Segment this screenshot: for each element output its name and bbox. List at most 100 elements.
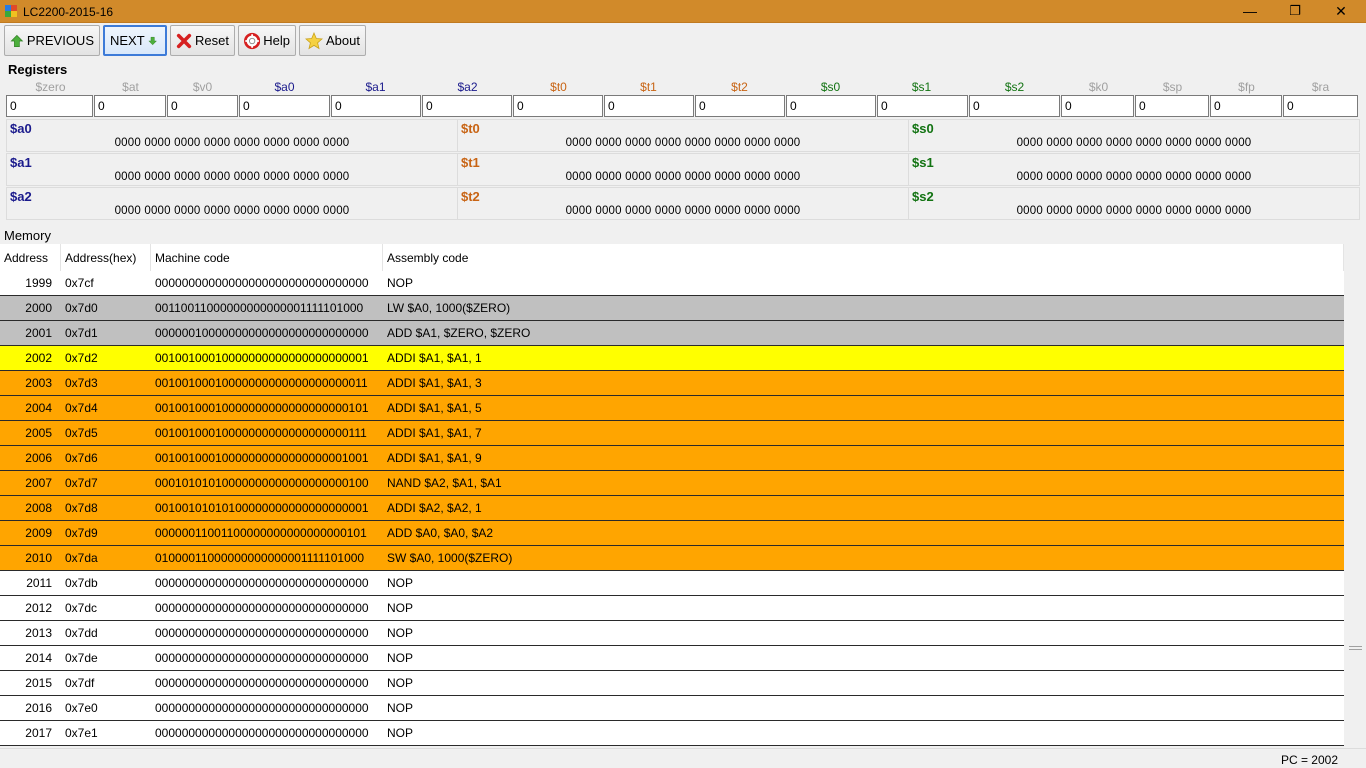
memory-hex-cell: 0x7d3 <box>65 376 98 390</box>
memory-address-cell: 1999 <box>25 276 52 290</box>
minimize-button[interactable]: — <box>1227 0 1273 22</box>
register-binary-name: $s1 <box>912 155 934 170</box>
register-value-input[interactable]: 0 <box>331 95 421 117</box>
register-value-input[interactable]: 0 <box>969 95 1060 117</box>
register-value-input[interactable]: 0 <box>786 95 876 117</box>
memory-address-cell: 2017 <box>25 726 52 740</box>
memory-hex-cell: 0x7d9 <box>65 526 98 540</box>
column-header[interactable]: Machine code <box>151 244 383 272</box>
memory-address-cell: 2002 <box>25 351 52 365</box>
memory-row[interactable]: 2007 0x7d7 0001010101000000000000000000010… <box>0 471 1344 496</box>
memory-row[interactable]: 2014 0x7de 0000000000000000000000000000000… <box>0 646 1344 671</box>
register-name-label: $s2 <box>1004 80 1025 94</box>
assembly-code-cell: NOP <box>387 626 414 640</box>
register-binary-panel: $s1 0000 0000 0000 0000 0000 0000 0000 00… <box>908 153 1360 186</box>
column-header[interactable]: Address(hex) <box>61 244 151 272</box>
register-binary-panel: $t1 0000 0000 0000 0000 0000 0000 0000 00… <box>457 153 909 186</box>
memory-row[interactable]: 2006 0x7d6 0010010001000000000000000000100… <box>0 446 1344 471</box>
register-value-input[interactable]: 0 <box>1210 95 1282 117</box>
arrow-up-icon <box>10 34 24 47</box>
memory-address-cell: 2010 <box>25 551 52 565</box>
memory-address-cell: 2006 <box>25 451 52 465</box>
register-binary-value: 0000 0000 0000 0000 0000 0000 0000 0000 <box>1016 171 1252 183</box>
register-name-label: $t0 <box>550 80 567 94</box>
register-binary-panel: $t2 0000 0000 0000 0000 0000 0000 0000 00… <box>457 187 909 220</box>
restore-button[interactable]: ❐ <box>1272 0 1318 22</box>
register-binary-value: 0000 0000 0000 0000 0000 0000 0000 0000 <box>114 171 350 183</box>
register-value-input[interactable]: 0 <box>1061 95 1134 117</box>
register-value-input[interactable]: 0 <box>877 95 968 117</box>
memory-row[interactable]: 2013 0x7dd 0000000000000000000000000000000… <box>0 621 1344 646</box>
memory-address-cell: 2007 <box>25 476 52 490</box>
memory-row[interactable]: 2008 0x7d8 0010010101010000000000000000000… <box>0 496 1344 521</box>
register-value-input[interactable]: 0 <box>695 95 785 117</box>
column-header[interactable]: Address <box>0 244 61 272</box>
memory-row[interactable]: 2001 0x7d1 0000001000000000000000000000000… <box>0 321 1344 346</box>
memory-row[interactable]: 2010 0x7da 0100001100000000000000111110100… <box>0 546 1344 571</box>
app-icon <box>5 5 17 17</box>
memory-row[interactable]: 2012 0x7dc 0000000000000000000000000000000… <box>0 596 1344 621</box>
memory-row[interactable]: 2015 0x7df 0000000000000000000000000000000… <box>0 671 1344 696</box>
register-value-input[interactable]: 0 <box>94 95 166 117</box>
memory-row[interactable]: 2017 0x7e1 0000000000000000000000000000000… <box>0 721 1344 746</box>
register-binary-value: 0000 0000 0000 0000 0000 0000 0000 0000 <box>114 205 350 217</box>
memory-row[interactable]: 2011 0x7db 0000000000000000000000000000000… <box>0 571 1344 596</box>
assembly-code-cell: NOP <box>387 701 414 715</box>
assembly-code-cell: SW $A0, 1000($ZERO) <box>387 551 513 565</box>
previous-button[interactable]: PREVIOUS <box>4 25 100 56</box>
memory-row[interactable]: 2000 0x7d0 0011001100000000000000111110100… <box>0 296 1344 321</box>
memory-address-cell: 2003 <box>25 376 52 390</box>
memory-hex-cell: 0x7d8 <box>65 501 98 515</box>
memory-address-cell: 2001 <box>25 326 52 340</box>
memory-hex-cell: 0x7d6 <box>65 451 98 465</box>
reset-label: Reset <box>195 33 229 48</box>
memory-hex-cell: 0x7dd <box>65 626 98 640</box>
memory-table-header: Address Address(hex) Machine code Assembly … <box>0 244 1344 272</box>
memory-row[interactable]: 2003 0x7d3 0010010001000000000000000000001… <box>0 371 1344 396</box>
memory-row[interactable]: 2002 0x7d2 0010010001000000000000000000000… <box>0 346 1344 371</box>
register-value-input[interactable]: 0 <box>513 95 603 117</box>
about-label: About <box>326 33 360 48</box>
memory-row[interactable]: 2005 0x7d5 0010010001000000000000000000011… <box>0 421 1344 446</box>
machine-code-cell: 00100100010000000000000000001001 <box>155 451 369 465</box>
register-name-label: $t2 <box>731 80 748 94</box>
machine-code-cell: 00000000000000000000000000000000 <box>155 726 369 740</box>
machine-code-cell: 00100101010100000000000000000001 <box>155 501 369 515</box>
help-button[interactable]: Help <box>238 25 296 56</box>
memory-row[interactable]: 1999 0x7cf 0000000000000000000000000000000… <box>0 271 1344 296</box>
memory-scrollbar[interactable] <box>1347 244 1364 746</box>
register-binary-panel: $a0 0000 0000 0000 0000 0000 0000 0000 00… <box>6 119 458 152</box>
assembly-code-cell: NOP <box>387 726 414 740</box>
assembly-code-cell: ADDI $A1, $A1, 9 <box>387 451 482 465</box>
close-button[interactable]: ✕ <box>1318 0 1364 22</box>
memory-row[interactable]: 2009 0x7d9 0000001100110000000000000000010… <box>0 521 1344 546</box>
memory-row[interactable]: 2016 0x7e0 0000000000000000000000000000000… <box>0 696 1344 721</box>
memory-row[interactable]: 2004 0x7d4 0010010001000000000000000000010… <box>0 396 1344 421</box>
register-value-input[interactable]: 0 <box>239 95 330 117</box>
about-button[interactable]: About <box>299 25 366 56</box>
register-name-label: $a0 <box>274 80 295 94</box>
register-value-input[interactable]: 0 <box>422 95 512 117</box>
register-value-input[interactable]: 0 <box>604 95 694 117</box>
scrollbar-thumb[interactable] <box>1349 646 1362 650</box>
register-binary-value: 0000 0000 0000 0000 0000 0000 0000 0000 <box>114 137 350 149</box>
register-binary-name: $s2 <box>912 189 934 204</box>
register-value-input[interactable]: 0 <box>167 95 238 117</box>
machine-code-cell: 00000000000000000000000000000000 <box>155 701 369 715</box>
machine-code-cell: 00000000000000000000000000000000 <box>155 576 369 590</box>
column-header[interactable]: Assembly code <box>383 244 1344 272</box>
next-button[interactable]: NEXT <box>103 25 167 56</box>
register-binary-value: 0000 0000 0000 0000 0000 0000 0000 0000 <box>1016 137 1252 149</box>
memory-address-cell: 2004 <box>25 401 52 415</box>
register-value-input[interactable]: 0 <box>1135 95 1209 117</box>
register-value-input[interactable]: 0 <box>6 95 93 117</box>
memory-table: Address Address(hex) Machine code Assembly … <box>0 244 1344 746</box>
assembly-code-cell: NOP <box>387 651 414 665</box>
reset-button[interactable]: Reset <box>170 25 235 56</box>
register-value-input[interactable]: 0 <box>1283 95 1358 117</box>
memory-address-cell: 2012 <box>25 601 52 615</box>
memory-hex-cell: 0x7da <box>65 551 98 565</box>
assembly-code-cell: NAND $A2, $A1, $A1 <box>387 476 502 490</box>
machine-code-cell: 01000011000000000000001111101000 <box>155 551 365 565</box>
memory-hex-cell: 0x7cf <box>65 276 94 290</box>
